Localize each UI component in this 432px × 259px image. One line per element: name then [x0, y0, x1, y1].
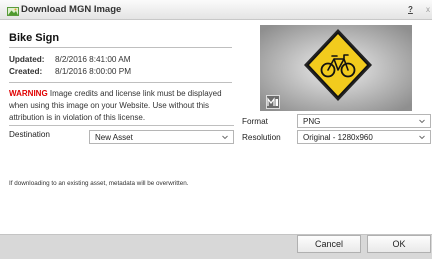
created-row: Created: 8/1/2016 8:00:00 PM	[9, 67, 131, 76]
chevron-down-icon	[419, 135, 425, 140]
close-button[interactable]: x	[426, 5, 430, 14]
warning-label: WARNING	[9, 89, 48, 98]
updated-label: Updated:	[9, 55, 45, 64]
ok-button[interactable]: OK	[367, 235, 431, 253]
destination-value: New Asset	[95, 133, 133, 142]
resolution-label: Resolution	[242, 133, 281, 142]
resolution-select[interactable]: Original - 1280x960	[297, 130, 431, 144]
resolution-value: Original - 1280x960	[303, 133, 373, 142]
updated-value: 8/2/2016 8:41:00 AM	[55, 55, 131, 64]
created-label: Created:	[9, 67, 43, 76]
updated-row: Updated: 8/2/2016 8:41:00 AM	[9, 55, 131, 64]
destination-select[interactable]: New Asset	[89, 130, 234, 144]
license-warning: WARNING Image credits and license link m…	[9, 88, 234, 124]
overwrite-note: If downloading to an existing asset, met…	[9, 180, 189, 187]
asset-title: Bike Sign	[9, 32, 60, 44]
created-value: 8/1/2016 8:00:00 PM	[55, 67, 132, 76]
image-preview	[260, 25, 412, 111]
title-divider	[9, 47, 232, 48]
chevron-down-icon	[419, 119, 425, 124]
chevron-down-icon	[222, 135, 228, 140]
dialog-title: Download MGN Image	[21, 4, 122, 15]
format-label: Format	[242, 117, 268, 126]
format-value: PNG	[303, 117, 321, 126]
mgn-logo	[266, 95, 280, 109]
warning-divider	[9, 125, 234, 126]
help-button[interactable]: ?	[408, 5, 413, 14]
download-image-dialog: Download MGN Image ? x Bike Sign Updated…	[0, 0, 432, 259]
format-select[interactable]: PNG	[297, 114, 431, 128]
meta-divider	[9, 82, 232, 83]
title-bar: Download MGN Image ? x	[0, 0, 432, 20]
cancel-button[interactable]: Cancel	[297, 235, 361, 253]
bicycle-warning-sign-icon	[260, 25, 412, 111]
destination-label: Destination	[9, 130, 50, 139]
image-download-icon	[7, 7, 19, 16]
